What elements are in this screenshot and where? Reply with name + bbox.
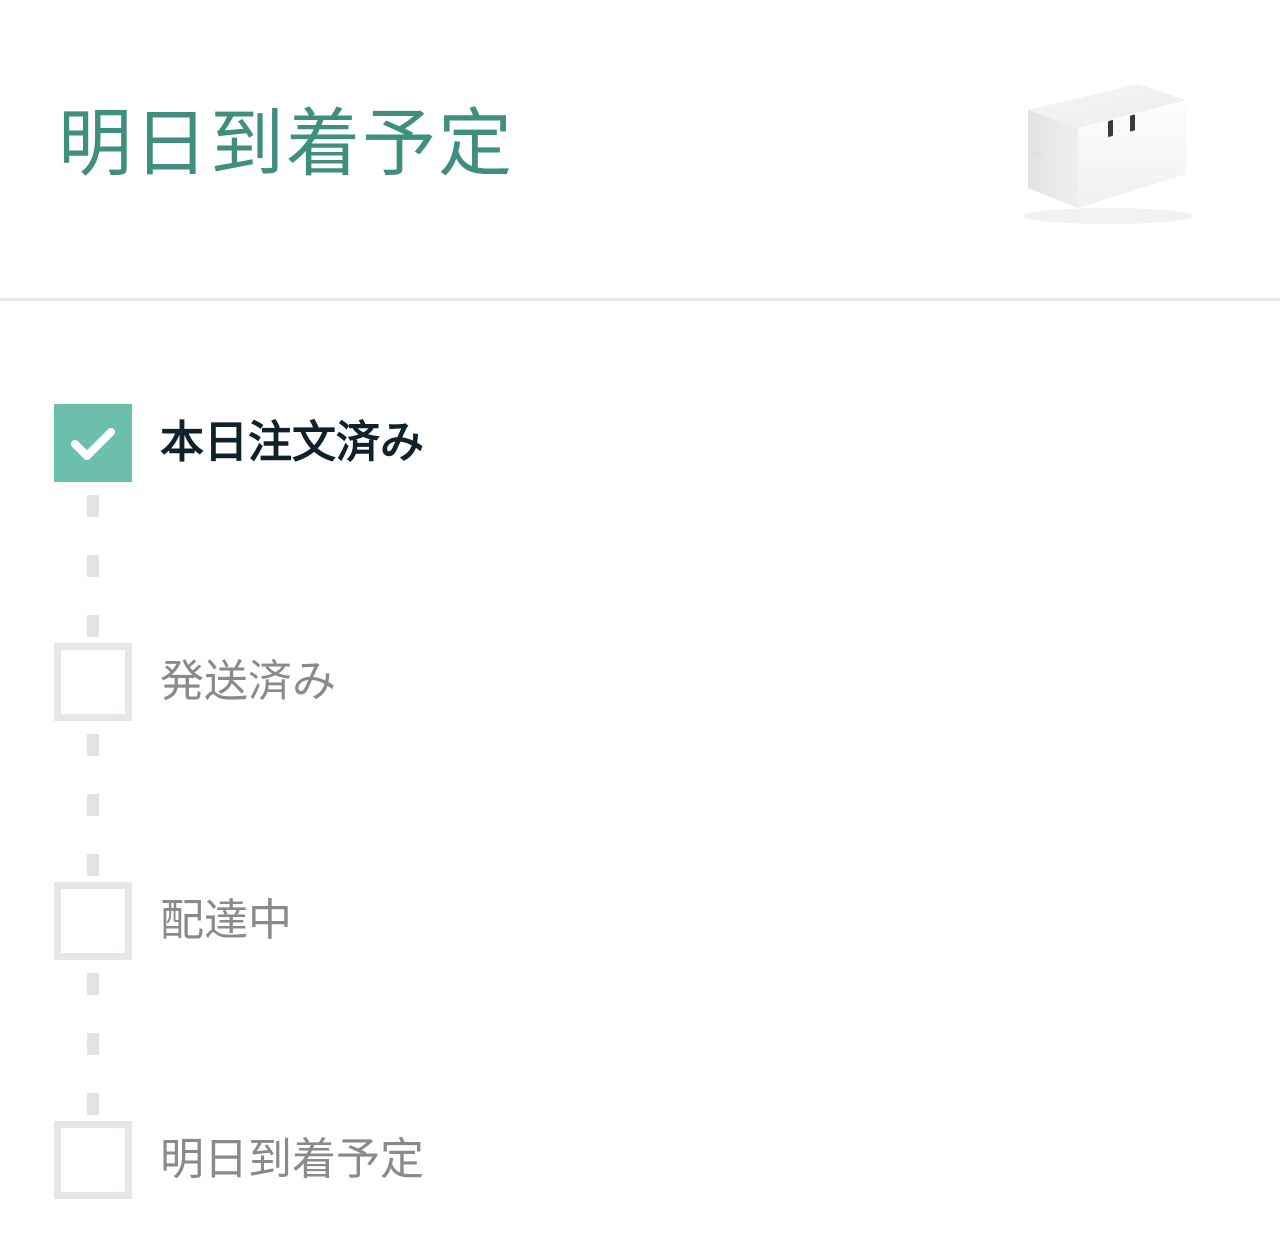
step-ordered-checkbox — [54, 404, 132, 482]
step-connector-3 — [87, 959, 99, 1119]
delivery-header: 明日到着予定 — [0, 0, 1280, 298]
step-out-for-delivery: 配達中 — [54, 882, 854, 960]
step-shipped: 発送済み — [54, 643, 854, 721]
shipment-progress-tracker: 本日注文済み 発送済み 配達中 明日到着予定 — [0, 301, 1280, 1256]
step-ordered: 本日注文済み — [54, 404, 854, 482]
product-image[interactable] — [1008, 70, 1208, 230]
step-ordered-label: 本日注文済み — [160, 417, 424, 468]
step-out-for-delivery-checkbox — [54, 882, 132, 960]
checkmark-icon — [71, 428, 115, 460]
step-connector-2 — [87, 720, 99, 880]
step-shipped-checkbox — [54, 643, 132, 721]
step-arriving-tomorrow-label: 明日到着予定 — [160, 1134, 424, 1185]
delivery-status-title: 明日到着予定 — [58, 101, 514, 187]
step-connector-1 — [87, 481, 99, 641]
smart-plug-image — [1022, 84, 1194, 224]
step-arriving-tomorrow-checkbox — [54, 1121, 132, 1199]
step-shipped-label: 発送済み — [160, 656, 336, 707]
step-out-for-delivery-label: 配達中 — [160, 895, 292, 946]
step-arriving-tomorrow: 明日到着予定 — [54, 1121, 854, 1199]
